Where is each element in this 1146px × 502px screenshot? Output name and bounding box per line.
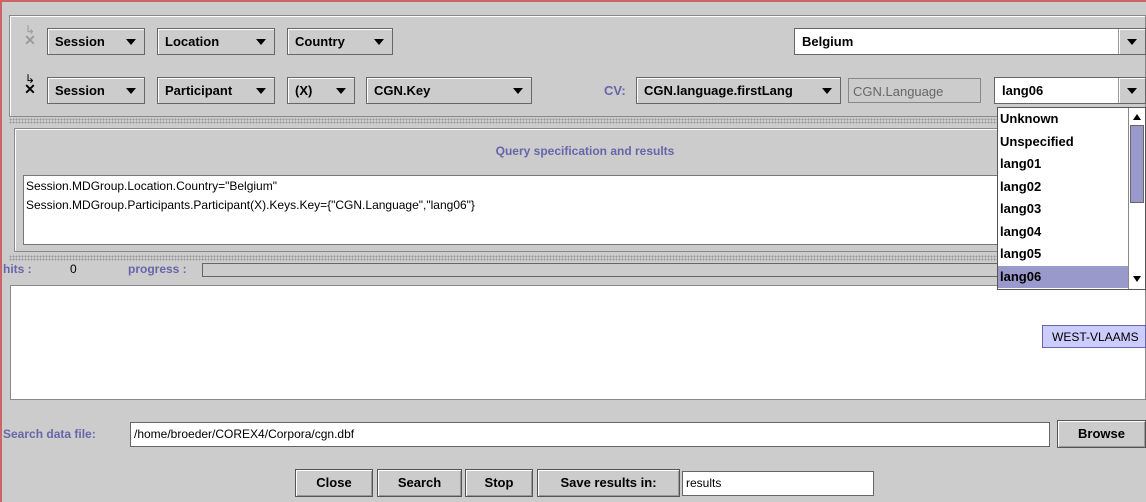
row1-icon-buttons: ↳ ✕ bbox=[22, 24, 38, 47]
row1-session-combo[interactable]: Session bbox=[47, 28, 145, 55]
search-button[interactable]: Search bbox=[377, 469, 462, 497]
language-dropdown-list: Unknown Unspecified lang01 lang02 lang03… bbox=[997, 107, 1146, 290]
chevron-down-icon bbox=[256, 88, 266, 94]
combo-label: Country bbox=[295, 34, 345, 49]
row1-location-combo[interactable]: Location bbox=[157, 28, 275, 55]
combo-value: Belgium bbox=[802, 34, 854, 49]
close-icon[interactable]: ✕ bbox=[22, 33, 38, 47]
combo-label: Location bbox=[165, 34, 220, 49]
combo-label: Session bbox=[55, 83, 105, 98]
row2-participant-combo[interactable]: Participant bbox=[157, 77, 275, 104]
query-line: Session.MDGroup.Participants.Participant… bbox=[26, 198, 475, 212]
combo-label: CGN.Key bbox=[374, 83, 431, 98]
row2-session-combo[interactable]: Session bbox=[47, 77, 145, 104]
query-text-area[interactable]: Session.MDGroup.Location.Country="Belgiu… bbox=[23, 175, 1000, 245]
save-results-button[interactable]: Save results in: bbox=[537, 469, 680, 497]
stop-button[interactable]: Stop bbox=[465, 469, 533, 497]
chevron-down-icon bbox=[513, 88, 523, 94]
progress-label: progress : bbox=[128, 262, 187, 276]
row1-country-combo[interactable]: Country bbox=[287, 28, 393, 55]
save-results-input[interactable]: results bbox=[682, 471, 874, 496]
search-file-input[interactable]: /home/broeder/COREX4/Corpora/cgn.dbf bbox=[130, 422, 1050, 447]
chevron-down-icon bbox=[1127, 39, 1137, 45]
cv-label: CV: bbox=[604, 83, 626, 98]
row2-key-combo[interactable]: CGN.Key bbox=[366, 77, 532, 104]
window-frame-top bbox=[0, 0, 1146, 2]
row1-value-combo[interactable]: Belgium bbox=[794, 28, 1146, 55]
combo-label: Session bbox=[55, 34, 105, 49]
query-line: Session.MDGroup.Location.Country="Belgiu… bbox=[26, 179, 277, 193]
combo-label: (X) bbox=[295, 83, 313, 98]
scroll-up-arrow-icon[interactable] bbox=[1133, 114, 1141, 120]
dropdown-item[interactable]: lang04 bbox=[998, 221, 1145, 244]
dropdown-button[interactable] bbox=[1118, 78, 1145, 103]
results-area[interactable] bbox=[10, 285, 1146, 400]
dropdown-item[interactable]: lang03 bbox=[998, 198, 1145, 221]
row2-icon-buttons: ↳ ✕ bbox=[22, 73, 38, 96]
close-button[interactable]: Close bbox=[295, 469, 373, 497]
dropdown-item[interactable]: Unspecified bbox=[998, 131, 1145, 154]
tooltip: WEST-VLAAMS bbox=[1042, 325, 1146, 348]
search-file-label: Search data file: bbox=[3, 427, 96, 441]
combo-label: Participant bbox=[165, 83, 233, 98]
splitter-top[interactable] bbox=[9, 118, 999, 124]
chevron-down-icon bbox=[336, 88, 346, 94]
dropdown-scrollbar[interactable] bbox=[1128, 108, 1145, 289]
hits-value: 0 bbox=[70, 262, 77, 276]
dropdown-item[interactable]: lang01 bbox=[998, 153, 1145, 176]
cv-combo[interactable]: CGN.language.firstLang bbox=[636, 77, 841, 104]
row2-value-combo[interactable]: lang06 bbox=[994, 77, 1146, 104]
row2-index-combo[interactable]: (X) bbox=[287, 77, 355, 104]
dropdown-item[interactable]: lang05 bbox=[998, 243, 1145, 266]
progress-bar bbox=[202, 263, 999, 277]
dropdown-button[interactable] bbox=[1118, 29, 1145, 54]
hits-label: hits : bbox=[3, 262, 32, 276]
chevron-down-icon bbox=[126, 88, 136, 94]
query-spec-title: Query specification and results bbox=[495, 144, 675, 158]
chevron-down-icon bbox=[822, 88, 832, 94]
close-icon[interactable]: ✕ bbox=[22, 82, 38, 96]
splitter-middle[interactable] bbox=[9, 255, 999, 261]
scroll-down-arrow-icon[interactable] bbox=[1133, 276, 1141, 282]
combo-value: lang06 bbox=[1002, 83, 1044, 98]
chevron-down-icon bbox=[256, 39, 266, 45]
chevron-down-icon bbox=[126, 39, 136, 45]
chevron-down-icon bbox=[1127, 88, 1137, 94]
combo-label: CGN.language.firstLang bbox=[644, 83, 793, 98]
dropdown-item[interactable]: lang02 bbox=[998, 176, 1145, 199]
chevron-down-icon bbox=[374, 39, 384, 45]
dropdown-item[interactable]: Unknown bbox=[998, 108, 1145, 131]
scroll-thumb[interactable] bbox=[1130, 125, 1144, 203]
window-frame-left bbox=[0, 0, 2, 502]
cv-type-field: CGN.Language bbox=[848, 78, 981, 103]
browse-button[interactable]: Browse bbox=[1057, 420, 1146, 448]
dropdown-item-selected[interactable]: lang06 bbox=[998, 265, 1145, 288]
